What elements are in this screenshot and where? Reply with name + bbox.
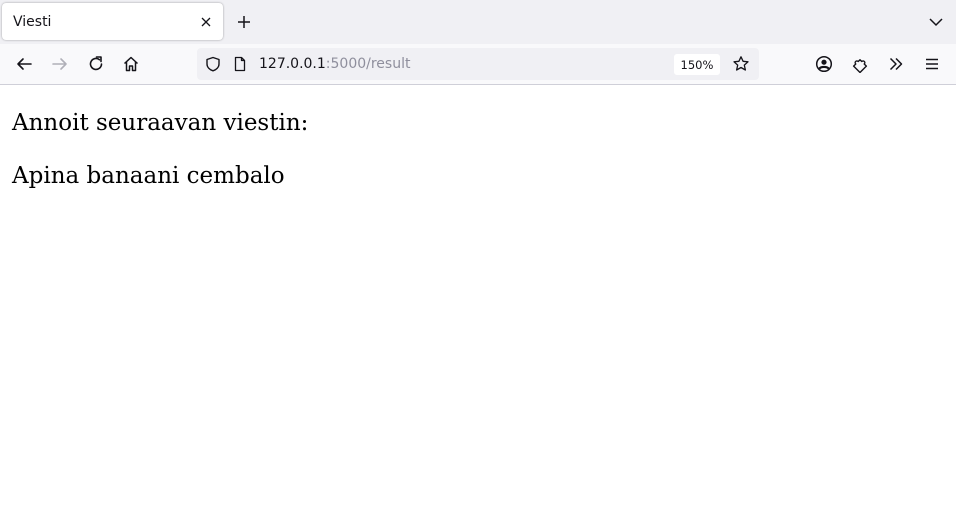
menu-button[interactable] — [920, 52, 944, 76]
home-button[interactable] — [119, 52, 143, 76]
home-icon — [122, 55, 140, 73]
shield-icon[interactable] — [204, 55, 222, 73]
plus-icon — [236, 14, 252, 30]
star-icon[interactable] — [732, 55, 750, 73]
page-content: Annoit seuraavan viestin: Apina banaani … — [0, 86, 956, 510]
back-button[interactable] — [12, 52, 36, 76]
account-icon — [815, 55, 833, 73]
new-tab-button[interactable] — [233, 11, 255, 33]
page-heading: Annoit seuraavan viestin: — [12, 110, 309, 136]
url-bar[interactable]: 127.0.0.1:5000/result 150% — [197, 48, 759, 80]
hamburger-icon — [923, 55, 941, 73]
overflow-button[interactable] — [884, 52, 908, 76]
reload-button[interactable] — [84, 52, 108, 76]
account-button[interactable] — [812, 52, 836, 76]
close-icon[interactable] — [197, 13, 215, 31]
message-text: Apina banaani cembalo — [12, 163, 285, 189]
arrow-left-icon — [15, 55, 33, 73]
url-text: 127.0.0.1:5000/result — [259, 56, 410, 72]
navigation-toolbar: 127.0.0.1:5000/result 150% — [0, 44, 956, 85]
arrow-right-icon — [51, 55, 69, 73]
url-path: :5000/result — [325, 56, 411, 72]
forward-button[interactable] — [48, 52, 72, 76]
chevron-down-icon — [928, 14, 944, 30]
puzzle-icon — [851, 55, 869, 73]
tab-title: Viesti — [13, 14, 52, 30]
tab-viesti[interactable]: Viesti — [2, 3, 223, 40]
double-chevron-icon — [887, 55, 905, 73]
zoom-level-badge[interactable]: 150% — [674, 54, 720, 75]
url-host: 127.0.0.1 — [259, 56, 326, 72]
reload-icon — [87, 55, 105, 73]
extensions-button[interactable] — [848, 52, 872, 76]
tab-strip: Viesti — [0, 0, 956, 44]
page-icon[interactable] — [231, 55, 249, 73]
tab-list-button[interactable] — [925, 11, 947, 33]
